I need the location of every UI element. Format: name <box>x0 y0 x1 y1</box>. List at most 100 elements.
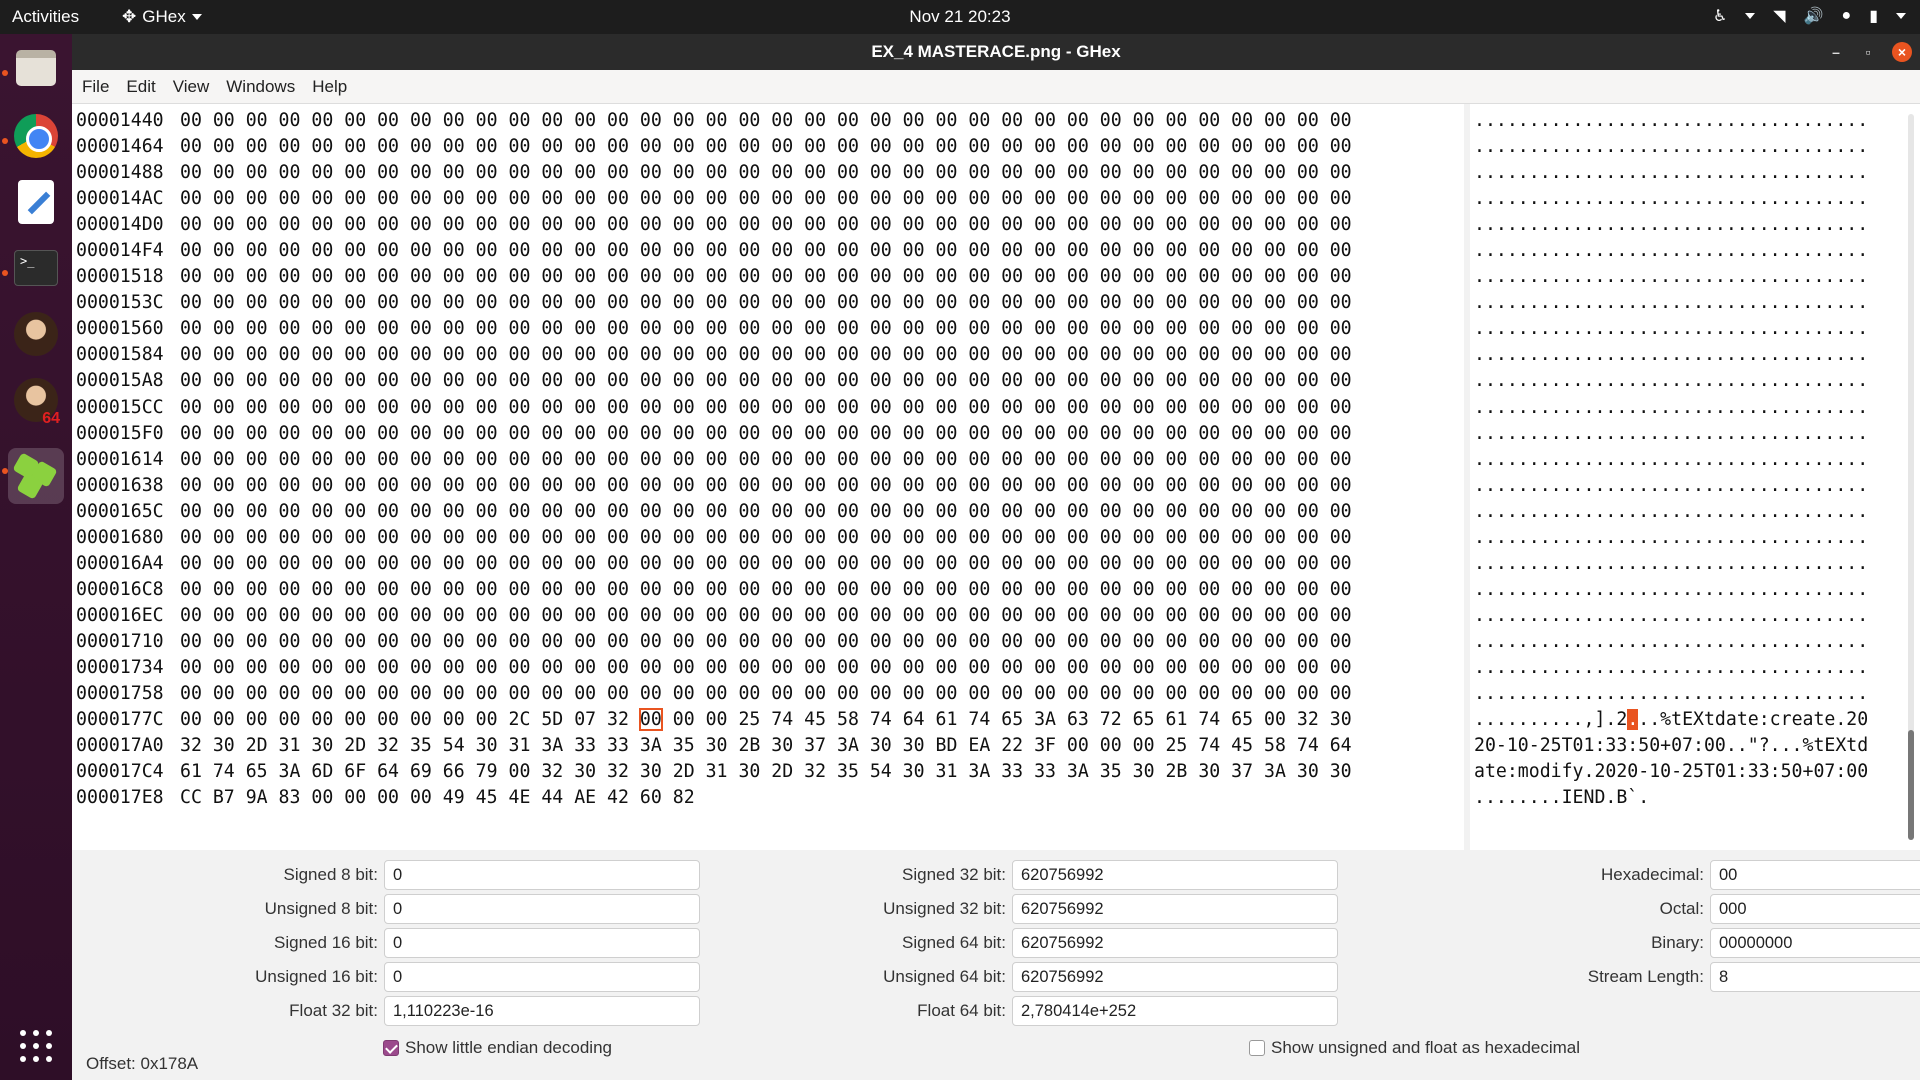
hex-row[interactable]: 00 00 00 00 00 00 00 00 00 00 00 00 00 0… <box>180 134 1540 160</box>
accessibility-icon[interactable]: ♿ <box>1713 6 1727 26</box>
hex-row[interactable]: 00 00 00 00 00 00 00 00 00 00 00 00 00 0… <box>180 421 1540 447</box>
hex-row[interactable]: 00 00 00 00 00 00 00 00 00 00 00 00 00 0… <box>180 629 1540 655</box>
hex-row[interactable]: 00 00 00 00 00 00 00 00 00 00 00 00 00 0… <box>180 551 1540 577</box>
hex-row[interactable]: 00 00 00 00 00 00 00 00 00 00 00 00 00 0… <box>180 186 1540 212</box>
maximize-icon[interactable]: ▫ <box>1858 42 1878 62</box>
signed16-field[interactable]: 0 <box>384 928 700 958</box>
ascii-row[interactable]: .................................... <box>1474 499 1908 525</box>
hex-row[interactable]: 00 00 00 00 00 00 00 00 00 00 00 00 00 0… <box>180 264 1540 290</box>
ascii-row[interactable]: 20-10-25T01:33:50+07:00.."?...%tEXtd <box>1474 733 1908 759</box>
stream-length-field[interactable]: 8 <box>1710 962 1920 992</box>
ascii-row[interactable]: .................................... <box>1474 421 1908 447</box>
clock[interactable]: Nov 21 20:23 <box>0 7 1920 27</box>
hex-row[interactable]: 32 30 2D 31 30 2D 32 35 54 30 31 3A 33 3… <box>180 733 1540 759</box>
hex-row[interactable]: 00 00 00 00 00 00 00 00 00 00 00 00 00 0… <box>180 212 1540 238</box>
unsigned64-field[interactable]: 620756992 <box>1012 962 1338 992</box>
hex-row[interactable]: 61 74 65 3A 6D 6F 64 69 66 79 00 32 30 3… <box>180 759 1540 785</box>
ascii-row[interactable]: .................................... <box>1474 629 1908 655</box>
checkbox-checked-icon[interactable] <box>383 1040 399 1056</box>
stream-length-stepper[interactable]: 8 − + <box>1710 962 1920 992</box>
hex-row[interactable]: CC B7 9A 83 00 00 00 00 49 45 4E 44 AE 4… <box>180 785 1540 811</box>
menu-help[interactable]: Help <box>305 77 354 97</box>
text-editor-icon[interactable] <box>8 174 64 230</box>
ascii-row[interactable]: ..........,].2...%tEXtdate:create.20 <box>1474 707 1908 733</box>
ascii-row[interactable]: .................................... <box>1474 212 1908 238</box>
ascii-row[interactable]: .................................... <box>1474 264 1908 290</box>
hex-row[interactable]: 00 00 00 00 00 00 00 00 00 00 00 00 00 0… <box>180 655 1540 681</box>
signed64-field[interactable]: 620756992 <box>1012 928 1338 958</box>
ascii-row[interactable]: .................................... <box>1474 395 1908 421</box>
menu-edit[interactable]: Edit <box>119 77 162 97</box>
hex-row[interactable]: 00 00 00 00 00 00 00 00 00 00 00 00 00 0… <box>180 342 1540 368</box>
hex-row[interactable]: 00 00 00 00 00 00 00 00 00 00 00 00 00 0… <box>180 525 1540 551</box>
little-endian-checkbox[interactable]: Show little endian decoding <box>383 1038 612 1058</box>
hex-row[interactable]: 00 00 00 00 00 00 00 00 00 00 00 00 00 0… <box>180 603 1540 629</box>
hex-row[interactable]: 00 00 00 00 00 00 00 00 00 00 00 00 00 0… <box>180 577 1540 603</box>
hex-row[interactable]: 00 00 00 00 00 00 00 00 00 00 00 00 00 0… <box>180 238 1540 264</box>
hex-row[interactable]: 00 00 00 00 00 00 00 00 00 00 00 00 00 0… <box>180 316 1540 342</box>
ascii-column[interactable]: ........................................… <box>1474 108 1908 811</box>
ascii-row[interactable]: .................................... <box>1474 603 1908 629</box>
vertical-scrollbar[interactable] <box>1908 114 1914 840</box>
hex-row[interactable]: 00 00 00 00 00 00 00 00 00 00 00 00 00 0… <box>180 368 1540 394</box>
ascii-row[interactable]: .................................... <box>1474 108 1908 134</box>
ascii-row[interactable]: .................................... <box>1474 681 1908 707</box>
terminal-icon[interactable]: >_ <box>8 240 64 296</box>
hex-row[interactable]: 00 00 00 00 00 00 00 00 00 00 00 00 00 0… <box>180 681 1540 707</box>
ascii-row[interactable]: .................................... <box>1474 134 1908 160</box>
hex-view[interactable]: 00001440 00001464 00001488 000014AC 000014D0… <box>72 104 1920 850</box>
hex-row[interactable]: 00 00 00 00 00 00 00 00 00 00 00 00 00 0… <box>180 160 1540 186</box>
hex-row[interactable]: 00 00 00 00 00 00 00 00 00 00 00 00 00 0… <box>180 108 1540 134</box>
minimize-icon[interactable]: – <box>1826 42 1846 62</box>
checkbox-unchecked-icon[interactable] <box>1249 1040 1265 1056</box>
binary-field[interactable]: 00000000 <box>1710 928 1920 958</box>
signed8-field[interactable]: 0 <box>384 860 700 890</box>
ascii-row[interactable]: .................................... <box>1474 447 1908 473</box>
chevron-down-icon[interactable] <box>1896 13 1906 19</box>
close-icon[interactable]: × <box>1892 42 1912 62</box>
ascii-row[interactable]: .................................... <box>1474 290 1908 316</box>
ascii-row[interactable]: .................................... <box>1474 525 1908 551</box>
scrollbar-thumb[interactable] <box>1908 730 1914 840</box>
chrome-icon[interactable] <box>8 108 64 164</box>
hex-row[interactable]: 00 00 00 00 00 00 00 00 00 00 2C 5D 07 3… <box>180 707 1540 733</box>
chevron-down-icon[interactable] <box>1745 13 1756 19</box>
ascii-row[interactable]: .................................... <box>1474 368 1908 394</box>
unsigned8-field[interactable]: 0 <box>384 894 700 924</box>
title-bar[interactable]: EX_4 MASTERACE.png - GHex – ▫ × <box>72 34 1920 70</box>
system-tray[interactable]: ♿ ◥ 🔊 ● ▮ <box>1713 6 1906 26</box>
ascii-row[interactable]: .................................... <box>1474 551 1908 577</box>
ascii-row[interactable]: ........IEND.B`. <box>1474 785 1908 811</box>
files-icon[interactable] <box>8 40 64 96</box>
unsigned-hex-checkbox[interactable]: Show unsigned and float as hexadecimal <box>1249 1038 1580 1058</box>
unsigned16-field[interactable]: 0 <box>384 962 700 992</box>
ascii-row[interactable]: ate:modify.2020-10-25T01:33:50+07:00 <box>1474 759 1908 785</box>
ascii-row[interactable]: .................................... <box>1474 160 1908 186</box>
hex-row[interactable]: 00 00 00 00 00 00 00 00 00 00 00 00 00 0… <box>180 499 1540 525</box>
unsigned32-field[interactable]: 620756992 <box>1012 894 1338 924</box>
ascii-row[interactable]: .................................... <box>1474 238 1908 264</box>
float32-field[interactable]: 1,110223e-16 <box>384 996 700 1026</box>
ghex-icon[interactable] <box>8 448 64 504</box>
hex-field[interactable]: 00 <box>1710 860 1920 890</box>
octal-field[interactable]: 000 <box>1710 894 1920 924</box>
menu-view[interactable]: View <box>166 77 217 97</box>
ascii-row[interactable]: .................................... <box>1474 655 1908 681</box>
float64-field[interactable]: 2,780414e+252 <box>1012 996 1338 1026</box>
show-applications-icon[interactable] <box>20 1030 52 1062</box>
wine-icon[interactable] <box>8 306 64 362</box>
hex-row[interactable]: 00 00 00 00 00 00 00 00 00 00 00 00 00 0… <box>180 290 1540 316</box>
signed32-field[interactable]: 620756992 <box>1012 860 1338 890</box>
ascii-cursor[interactable]: . <box>1627 709 1639 731</box>
wine64-icon[interactable]: 64 <box>8 372 64 428</box>
ascii-row[interactable]: .................................... <box>1474 316 1908 342</box>
ascii-row[interactable]: .................................... <box>1474 473 1908 499</box>
hex-row[interactable]: 00 00 00 00 00 00 00 00 00 00 00 00 00 0… <box>180 395 1540 421</box>
hex-row[interactable]: 00 00 00 00 00 00 00 00 00 00 00 00 00 0… <box>180 447 1540 473</box>
menu-file[interactable]: File <box>75 77 116 97</box>
ascii-row[interactable]: .................................... <box>1474 186 1908 212</box>
hex-column[interactable]: 00 00 00 00 00 00 00 00 00 00 00 00 00 0… <box>180 108 1540 811</box>
menu-windows[interactable]: Windows <box>219 77 302 97</box>
ascii-row[interactable]: .................................... <box>1474 342 1908 368</box>
ascii-row[interactable]: .................................... <box>1474 577 1908 603</box>
